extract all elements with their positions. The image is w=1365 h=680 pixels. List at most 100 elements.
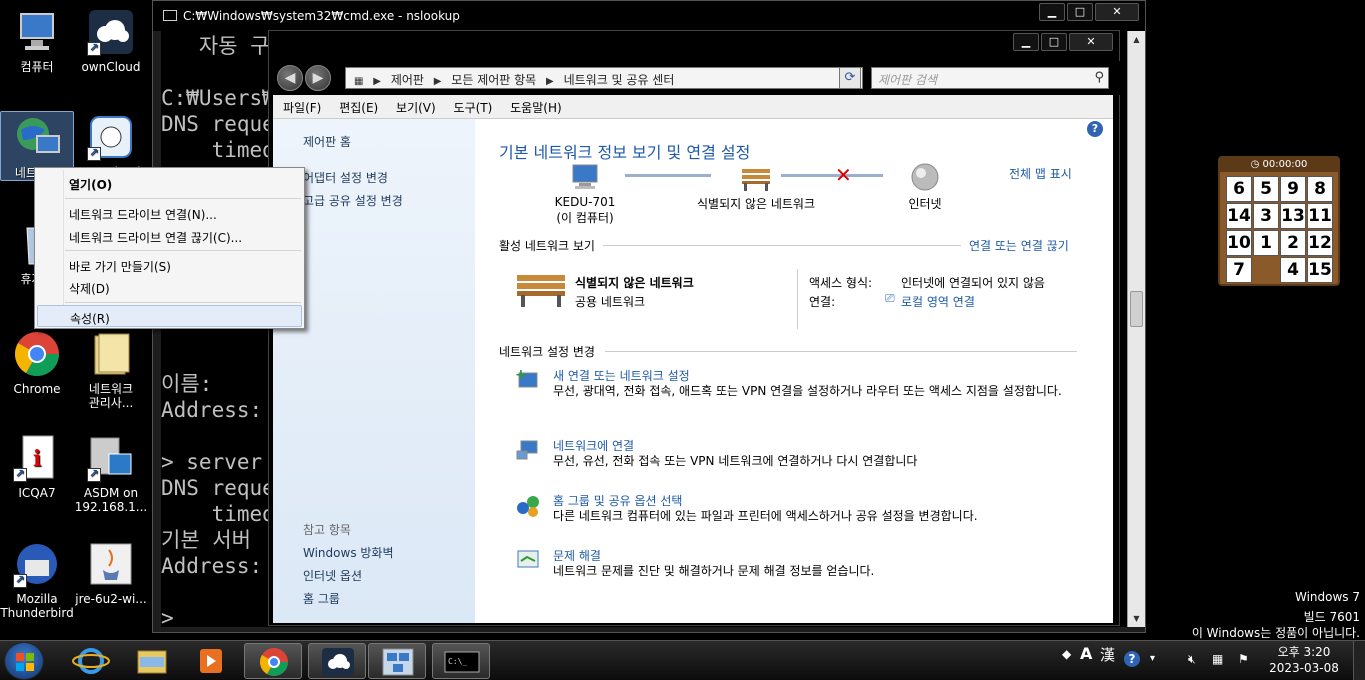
search-input[interactable]: 제어판 검색 ⚲ bbox=[871, 67, 1109, 89]
desktop-icon-icqa7[interactable]: i ICQA7 bbox=[0, 432, 74, 500]
connect-disconnect-link[interactable]: 연결 또는 연결 끊기 bbox=[969, 237, 1069, 254]
puzzle-tile[interactable]: 3 bbox=[1253, 203, 1279, 229]
cmd-scrollbar[interactable]: ▲ ▼ bbox=[1127, 31, 1145, 627]
minimize-button[interactable]: ▁ bbox=[1039, 3, 1065, 21]
advanced-sharing-link[interactable]: 고급 공유 설정 변경 bbox=[303, 192, 403, 209]
network-globe-icon bbox=[13, 114, 61, 162]
taskbar-owncloud[interactable] bbox=[308, 643, 366, 679]
full-map-link[interactable]: 전체 맵 표시 bbox=[1009, 165, 1072, 182]
adapter-settings-link[interactable]: 어댑터 설정 변경 bbox=[303, 169, 388, 186]
puzzle-tile[interactable]: 10 bbox=[1226, 230, 1252, 256]
active-network-type[interactable]: 공용 네트워크 bbox=[575, 293, 645, 310]
menu-file[interactable]: 파일(F) bbox=[283, 101, 321, 115]
desktop-icon-computer[interactable]: 컴퓨터 bbox=[0, 6, 74, 76]
menu-item-map-drive[interactable]: 네트워크 드라이브 연결(N)... bbox=[37, 202, 302, 224]
action-center-icon[interactable]: ⚑ bbox=[1238, 652, 1249, 666]
internet-options-link[interactable]: 인터넷 옵션 bbox=[303, 567, 362, 584]
puzzle-timer: ◷ 00:00:00 bbox=[1220, 158, 1338, 172]
homegroup-options-link[interactable]: 홈 그룹 및 공유 옵션 선택 bbox=[553, 492, 682, 509]
taskbar-cmd[interactable]: C:\_ bbox=[432, 643, 490, 679]
menu-help[interactable]: 도움말(H) bbox=[510, 101, 562, 115]
menu-view[interactable]: 보기(V) bbox=[396, 101, 436, 115]
taskbar-media-player[interactable] bbox=[182, 643, 240, 679]
help-icon[interactable]: ? bbox=[1087, 121, 1103, 137]
puzzle-tile[interactable]: 13 bbox=[1280, 203, 1306, 229]
puzzle-tile[interactable]: 9 bbox=[1280, 176, 1306, 202]
address-bar[interactable]: ▦ ▶ 제어판 ▶ 모든 제어판 항목 ▶ 네트워크 및 공유 센터 ▼ bbox=[345, 67, 863, 89]
refresh-button[interactable]: ⟳ bbox=[839, 67, 861, 89]
chevron-down-icon[interactable]: ▾ bbox=[1150, 653, 1155, 664]
desktop-icon-thunderbird[interactable]: Mozilla Thunderbird bbox=[0, 538, 74, 620]
scroll-down-arrow-icon[interactable]: ▼ bbox=[1128, 610, 1145, 627]
menu-item-properties[interactable]: 속성(R) bbox=[37, 305, 302, 327]
divider bbox=[605, 351, 1077, 352]
access-type-label: 액세스 형식: bbox=[809, 276, 873, 290]
map-network[interactable]: 식별되지 않은 네트워크 bbox=[671, 163, 841, 212]
help-icon[interactable]: ? bbox=[1124, 651, 1140, 667]
picture-puzzle-gadget[interactable]: ◷ 00:00:00 6 5 9 8 14 3 13 11 10 1 2 12 7 4 15 bbox=[1218, 156, 1340, 286]
puzzle-tile[interactable]: 4 bbox=[1280, 257, 1306, 283]
language-bar-icon[interactable]: ◆ bbox=[1062, 647, 1071, 661]
local-area-connection-link[interactable]: 로컬 영역 연결 bbox=[901, 293, 975, 310]
main-pane: ? 기본 네트워크 정보 보기 및 연결 설정 전체 맵 표시 KEDU-701… bbox=[475, 119, 1113, 623]
puzzle-tile[interactable]: 7 bbox=[1226, 257, 1252, 283]
scroll-thumb[interactable] bbox=[1130, 291, 1143, 327]
homegroup-link[interactable]: 홈 그룹 bbox=[303, 590, 340, 607]
desktop-icon-label: 네트워크 관리사... bbox=[88, 382, 134, 410]
menu-item-delete[interactable]: 삭제(D) bbox=[37, 276, 302, 298]
maximize-button[interactable]: □ bbox=[1041, 33, 1067, 51]
scroll-up-arrow-icon[interactable]: ▲ bbox=[1128, 31, 1145, 48]
puzzle-tile[interactable]: 14 bbox=[1226, 203, 1252, 229]
desktop-icon-chrome[interactable]: Chrome bbox=[0, 328, 74, 396]
close-button[interactable]: ✕ bbox=[1095, 3, 1139, 21]
desktop-icon-jre[interactable]: jre-6u2-wi... bbox=[74, 538, 148, 606]
maximize-button[interactable]: □ bbox=[1067, 3, 1093, 21]
puzzle-empty-slot[interactable] bbox=[1253, 257, 1279, 283]
network-error-icon[interactable]: ▦ bbox=[1212, 652, 1223, 666]
taskbar-ie[interactable] bbox=[62, 643, 120, 679]
chrome-icon bbox=[260, 648, 288, 676]
puzzle-tile[interactable]: 12 bbox=[1307, 230, 1333, 256]
breadcrumb-all-items[interactable]: 모든 제어판 항목 bbox=[451, 73, 536, 87]
taskbar-chrome[interactable] bbox=[244, 643, 302, 679]
start-button[interactable] bbox=[4, 642, 44, 680]
troubleshoot-link[interactable]: 문제 해결 bbox=[553, 547, 601, 564]
desktop-icon-network-admin[interactable]: 네트워크 관리사... bbox=[74, 328, 148, 410]
ime-mode[interactable]: A bbox=[1080, 644, 1092, 663]
puzzle-tile[interactable]: 15 bbox=[1307, 257, 1333, 283]
clock[interactable]: 오후 3:20 2023-03-08 bbox=[1268, 644, 1340, 676]
control-panel-home-link[interactable]: 제어판 홈 bbox=[303, 133, 351, 150]
firewall-link[interactable]: Windows 방화벽 bbox=[303, 544, 394, 561]
menu-edit[interactable]: 편집(E) bbox=[339, 101, 378, 115]
minimize-button[interactable]: ▁ bbox=[1013, 33, 1039, 51]
breadcrumb-network-center[interactable]: 네트워크 및 공유 센터 bbox=[564, 73, 675, 87]
taskbar-explorer[interactable] bbox=[122, 643, 180, 679]
new-connection-link[interactable]: 새 연결 또는 네트워크 설정 bbox=[553, 367, 690, 384]
network-sharing-center-window[interactable]: ▁ □ ✕ ◀ ▶ ▦ ▶ 제어판 ▶ 모든 제어판 항목 ▶ 네트워크 및 공… bbox=[268, 30, 1121, 626]
desktop-icon-owncloud[interactable]: ownCloud bbox=[74, 6, 148, 76]
ime-hanja[interactable]: 漢 bbox=[1100, 644, 1115, 665]
back-button[interactable]: ◀ bbox=[277, 65, 303, 91]
puzzle-tile[interactable]: 2 bbox=[1280, 230, 1306, 256]
show-desktop-button[interactable] bbox=[1353, 641, 1365, 680]
connect-network-link[interactable]: 네트워크에 연결 bbox=[553, 437, 634, 454]
shortcut-arrow-icon bbox=[87, 467, 101, 482]
active-networks-heading: 활성 네트워크 보기 bbox=[499, 239, 595, 253]
cmd-titlebar[interactable]: C:₩Windows₩system32₩cmd.exe - nslookup ▁… bbox=[153, 1, 1145, 31]
taskbar-network-center[interactable] bbox=[368, 643, 426, 679]
menu-tools[interactable]: 도구(T) bbox=[454, 101, 493, 115]
forward-button[interactable]: ▶ bbox=[305, 65, 331, 91]
puzzle-tile[interactable]: 5 bbox=[1253, 176, 1279, 202]
menu-item-disconnect-drive[interactable]: 네트워크 드라이브 연결 끊기(C)... bbox=[37, 225, 302, 247]
desktop-icon-asdm[interactable]: ASDM on 192.168.1... bbox=[74, 432, 148, 514]
search-icon[interactable]: ⚲ bbox=[1094, 70, 1104, 85]
menu-item-create-shortcut[interactable]: 바로 가기 만들기(S) bbox=[37, 254, 302, 276]
puzzle-tile[interactable]: 6 bbox=[1226, 176, 1252, 202]
menu-item-open[interactable]: 열기(O) bbox=[37, 172, 302, 194]
puzzle-tile[interactable]: 1 bbox=[1253, 230, 1279, 256]
close-button[interactable]: ✕ bbox=[1069, 33, 1113, 51]
volume-muted-icon[interactable]: 🔇︎ bbox=[1188, 652, 1196, 667]
puzzle-tile[interactable]: 11 bbox=[1307, 203, 1333, 229]
breadcrumb-control-panel[interactable]: 제어판 bbox=[391, 73, 424, 87]
puzzle-tile[interactable]: 8 bbox=[1307, 176, 1333, 202]
